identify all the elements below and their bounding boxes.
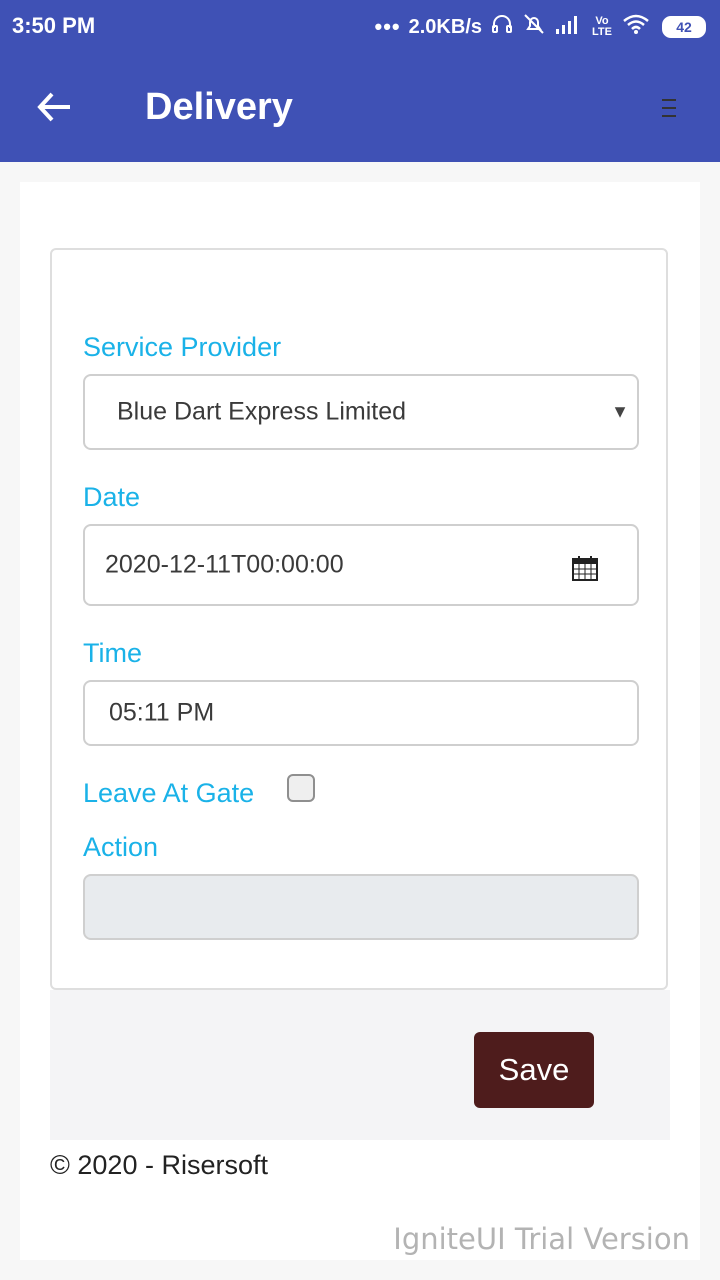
page-title: Delivery bbox=[145, 86, 293, 128]
app-bar: Delivery bbox=[0, 52, 720, 162]
battery-icon: 42 bbox=[662, 16, 706, 38]
save-button[interactable]: Save bbox=[474, 1032, 594, 1108]
date-input[interactable]: 2020-12-11T00:00:00 bbox=[83, 524, 639, 606]
back-button[interactable] bbox=[30, 82, 80, 132]
time-value: 05:11 PM bbox=[109, 698, 215, 727]
copyright-text: © 2020 - Risersoft bbox=[50, 1150, 268, 1180]
trial-watermark: IgniteUI Trial Version bbox=[393, 1222, 690, 1256]
time-input[interactable]: 05:11 PM bbox=[83, 680, 639, 746]
form-footer: Save bbox=[50, 990, 670, 1140]
wifi-icon bbox=[622, 13, 650, 41]
action-input bbox=[83, 874, 639, 940]
leave-at-gate-label: Leave At Gate bbox=[83, 778, 255, 808]
headset-icon bbox=[490, 12, 514, 42]
signal-icon bbox=[554, 13, 582, 41]
service-provider-label: Service Provider bbox=[83, 332, 282, 362]
hamburger-menu-icon bbox=[654, 99, 684, 124]
mute-icon bbox=[522, 12, 546, 42]
service-provider-select[interactable]: Blue Dart Express Limited ▼ bbox=[83, 374, 639, 450]
service-provider-value: Blue Dart Express Limited bbox=[117, 397, 407, 426]
notification-dots: ••• bbox=[374, 14, 401, 39]
leave-at-gate-checkbox[interactable] bbox=[287, 774, 315, 802]
action-label: Action bbox=[83, 832, 159, 862]
calendar-icon[interactable] bbox=[571, 554, 599, 582]
status-bar: 3:50 PM ••• 2.0KB/s Vo LTE 42 bbox=[0, 0, 720, 52]
status-icons: ••• 2.0KB/s Vo LTE 42 bbox=[375, 12, 706, 42]
delivery-form-card: Service Provider Blue Dart Express Limit… bbox=[50, 248, 668, 990]
date-label: Date bbox=[83, 482, 141, 512]
dropdown-caret-icon: ▼ bbox=[611, 401, 629, 422]
volte-icon: Vo LTE bbox=[592, 15, 612, 38]
arrow-left-icon bbox=[30, 92, 80, 136]
time-label: Time bbox=[83, 638, 142, 668]
network-speed: 2.0KB/s bbox=[408, 15, 482, 38]
page-content: Service Provider Blue Dart Express Limit… bbox=[20, 182, 700, 1260]
menu-button[interactable] bbox=[654, 96, 684, 120]
status-time: 3:50 PM bbox=[12, 13, 96, 38]
date-value: 2020-12-11T00:00:00 bbox=[105, 550, 344, 579]
